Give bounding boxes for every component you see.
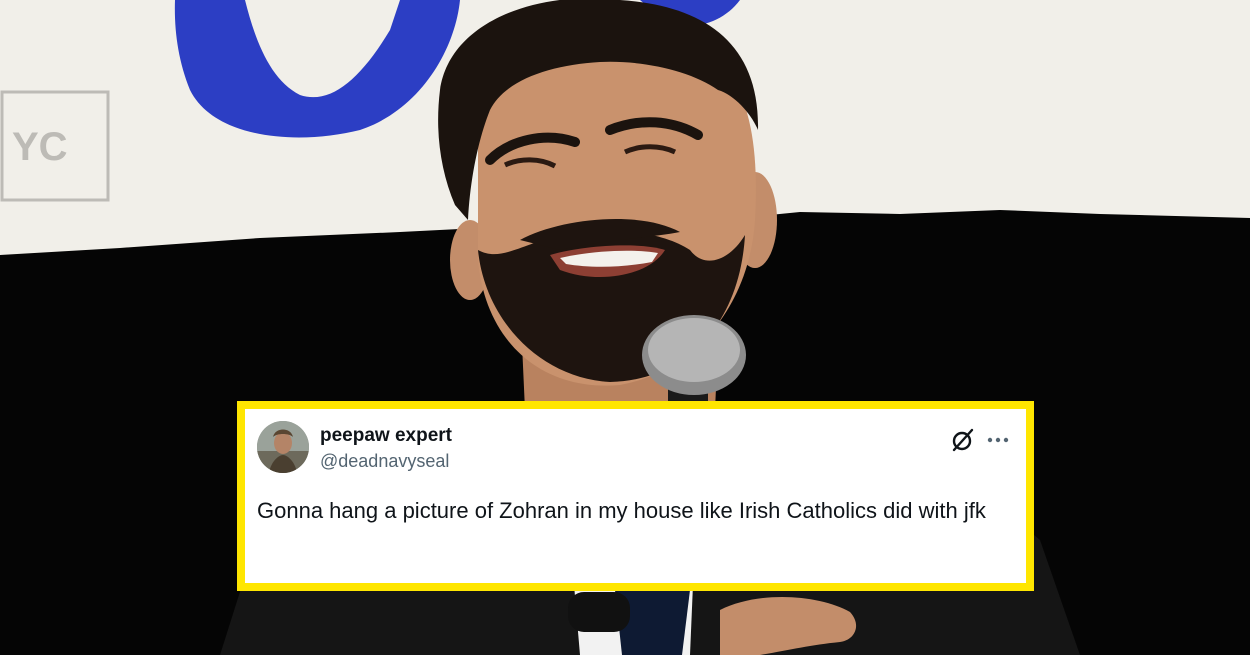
user-handle[interactable]: @deadnavyseal xyxy=(320,451,449,472)
more-options-icon[interactable] xyxy=(985,427,1011,453)
tweet-card: peepaw expert @deadnavyseal Gonna hang a… xyxy=(237,401,1034,591)
display-name[interactable]: peepaw expert xyxy=(320,425,452,447)
avatar-image xyxy=(257,421,309,473)
grok-icon[interactable] xyxy=(950,427,976,453)
tweet-text: Gonna hang a picture of Zohran in my hou… xyxy=(257,498,986,523)
banner-yc-text: YC xyxy=(12,125,68,169)
avatar[interactable] xyxy=(257,421,309,473)
